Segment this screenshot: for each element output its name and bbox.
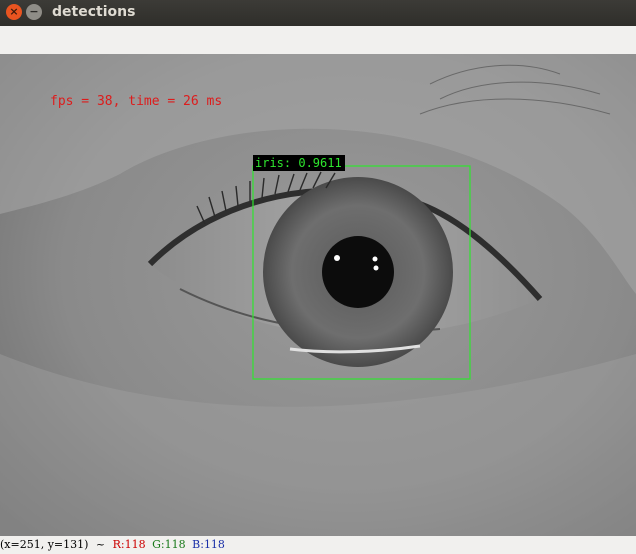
blue-value: 118 [203,538,225,551]
glint [373,265,379,271]
green-label: G: [152,538,165,551]
cursor-coordinates: (x=251, y=131) [0,538,89,551]
window-toolbar [0,26,636,55]
red-label: R: [112,538,125,551]
glint [372,256,378,262]
red-value: 118 [124,538,146,551]
pupil [322,236,394,308]
camera-frame: fps = 38, time = 26 ms iris: 0.9611 [0,54,636,536]
green-value: 118 [164,538,186,551]
status-separator: ~ [95,538,106,551]
blue-label: B: [192,538,204,551]
close-icon[interactable]: × [6,4,22,20]
fps-readout: fps = 38, time = 26 ms [50,94,222,109]
glint [334,255,340,261]
detection-label: iris: 0.9611 [255,156,342,170]
image-viewport[interactable]: fps = 38, time = 26 ms iris: 0.9611 [0,54,636,536]
window-titlebar[interactable]: × − detections [0,0,636,26]
window-title: detections [52,4,136,20]
minimize-icon[interactable]: − [26,4,42,20]
status-bar: (x=251, y=131) ~ R:118 G:118 B:118 [0,536,636,554]
